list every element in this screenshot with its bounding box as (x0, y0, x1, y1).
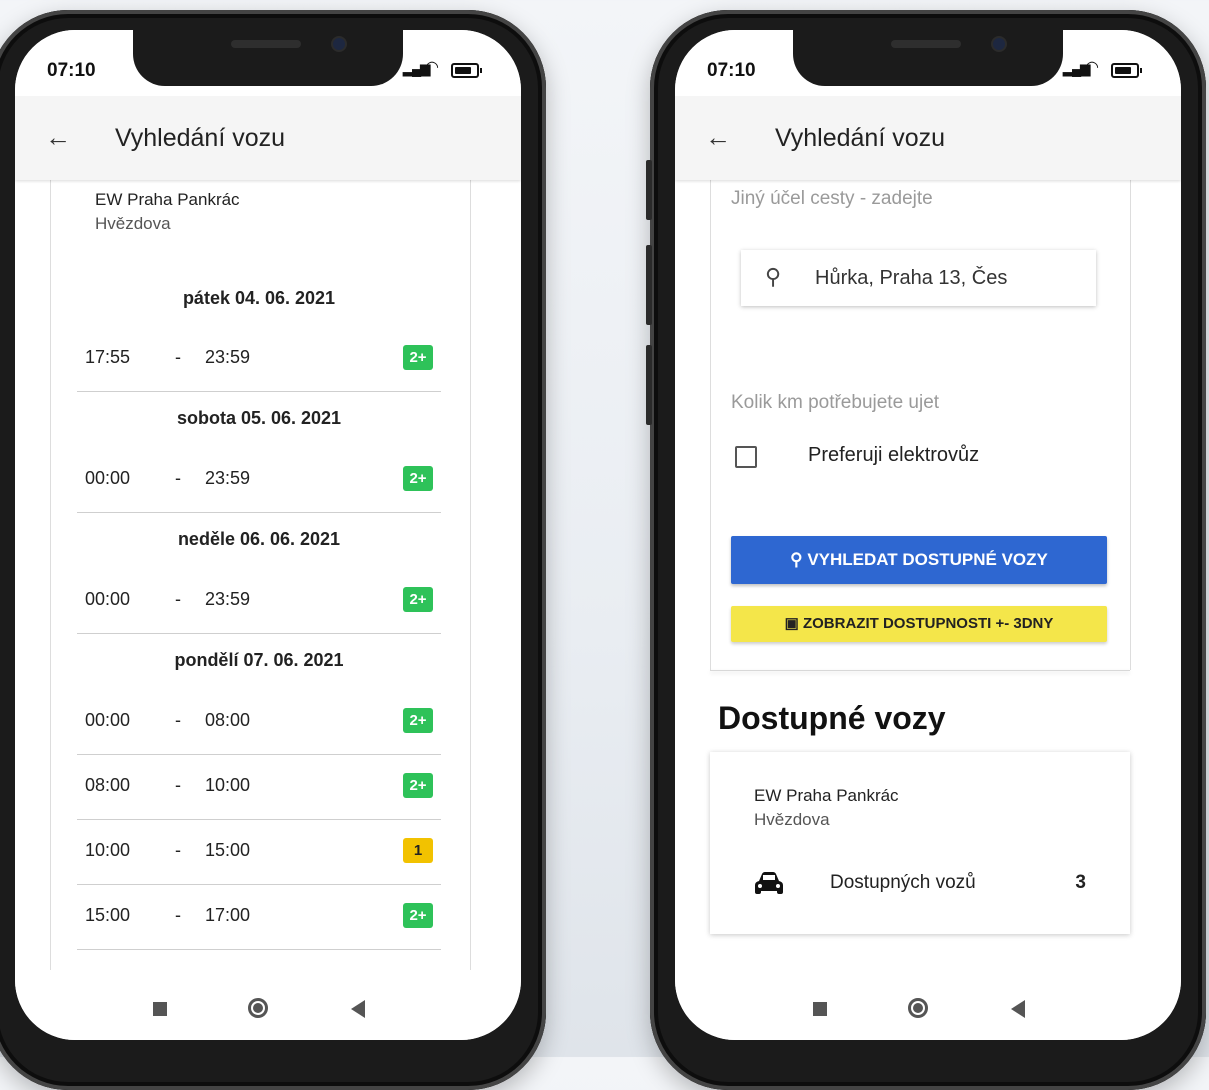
slot-from: 00:00 (85, 589, 131, 609)
notch (793, 30, 1063, 86)
slot-to: 23:59 (205, 347, 251, 367)
address-search-input[interactable]: ⚲ Hůrka, Praha 13, Čes (741, 250, 1096, 306)
battery-icon (1111, 63, 1142, 78)
time-slot[interactable]: 00:00 - 08:00 2+ (77, 690, 441, 755)
availability-badge: 1 (403, 838, 433, 863)
card-divider (710, 670, 1130, 671)
card-edge (1130, 180, 1131, 670)
time-slot[interactable]: 17:55 - 23:59 2+ (77, 327, 441, 392)
slot-separator: - (175, 589, 181, 609)
status-time: 07:10 (47, 60, 96, 81)
show-availability-label: ZOBRAZIT DOSTUPNOSTI +- 3DNY (802, 615, 1054, 632)
prefer-ev-label: Preferuji elektrovůz (808, 444, 980, 466)
slot-separator: - (175, 347, 181, 367)
android-nav-bar (675, 970, 1181, 1040)
back-triangle-icon[interactable] (1011, 1000, 1025, 1018)
card-edge (50, 180, 51, 970)
app-bar: ← Vyhledání vozu (675, 96, 1181, 180)
slot-from: 00:00 (85, 468, 131, 488)
time-slot[interactable]: 08:00 - 10:00 2+ (77, 755, 441, 820)
available-cars-count: 3 (1075, 872, 1086, 893)
side-button (646, 345, 652, 425)
slot-to: 15:00 (205, 840, 251, 860)
availability-badge: 2+ (403, 345, 433, 370)
availability-badge: 2+ (403, 587, 433, 612)
card-edge (710, 180, 711, 670)
right-phone: 07:10 ▂▄▆ ◠ ← Vyhledání vozu Jiný účel c… (646, 10, 1206, 1090)
recent-apps-icon[interactable] (813, 1002, 827, 1016)
battery-icon (451, 63, 482, 78)
car-icon (755, 872, 783, 894)
car-result-card[interactable]: EW Praha Pankrác Hvězdova Dostupných voz… (710, 752, 1130, 934)
page-title: Vyhledání vozu (115, 124, 286, 152)
slot-separator: - (175, 710, 181, 730)
availability-badge: 2+ (403, 708, 433, 733)
show-availability-button[interactable]: ▣ ZOBRAZIT DOSTUPNOSTI +- 3DNY (731, 606, 1107, 642)
search-cars-button[interactable]: ⚲ VYHLEDAT DOSTUPNÉ VOZY (731, 536, 1107, 584)
time-slot[interactable]: 00:00 - 23:59 2+ (77, 448, 441, 513)
availability-badge: 2+ (403, 466, 433, 491)
search-icon: ⚲ (790, 550, 803, 569)
slot-from: 08:00 (85, 775, 131, 795)
side-button (646, 160, 652, 220)
slot-to: 10:00 (205, 775, 251, 795)
availability-badge: 2+ (403, 903, 433, 928)
day-header: pátek 04. 06. 2021 (182, 288, 336, 308)
day-header: sobota 05. 06. 2021 (176, 408, 342, 428)
time-slot[interactable]: 10:00 - 15:00 1 (77, 820, 441, 885)
arrow-left-icon[interactable]: ← (705, 122, 731, 153)
address-value: Hůrka, Praha 13, Čes (815, 267, 1008, 289)
home-icon[interactable] (248, 998, 268, 1018)
km-input[interactable]: Kolik km potřebujete ujet (731, 392, 939, 414)
purpose-input[interactable]: Jiný účel cesty - zadejte (731, 188, 933, 210)
location-name: EW Praha Pankrác (95, 190, 240, 209)
slot-from: 10:00 (85, 840, 131, 860)
available-cars-label: Dostupných vozů (830, 872, 976, 893)
side-button (646, 245, 652, 325)
left-screen: 07:10 ▂▄▆ ◠ ← Vyhledání vozu EW Praha Pa… (15, 30, 521, 1040)
status-time: 07:10 (707, 60, 756, 81)
card-edge (470, 180, 471, 970)
availability-badge: 2+ (403, 773, 433, 798)
page-title: Vyhledání vozu (775, 124, 946, 152)
slot-from: 15:00 (85, 905, 131, 925)
location-name: EW Praha Pankrác (754, 786, 899, 805)
right-screen: 07:10 ▂▄▆ ◠ ← Vyhledání vozu Jiný účel c… (675, 30, 1181, 1040)
android-nav-bar (15, 970, 521, 1040)
results-title: Dostupné vozy (718, 700, 946, 736)
day-header: pondělí 07. 06. 2021 (174, 650, 344, 670)
slot-to: 08:00 (205, 710, 251, 730)
slot-separator: - (175, 840, 181, 860)
slot-from: 17:55 (85, 347, 131, 367)
slot-separator: - (175, 468, 181, 488)
recent-apps-icon[interactable] (153, 1002, 167, 1016)
slot-to: 23:59 (205, 589, 251, 609)
search-icon: ⚲ (765, 264, 782, 289)
prefer-ev-checkbox[interactable] (735, 446, 757, 468)
slot-separator: - (175, 905, 181, 925)
calendar-icon: ▣ (784, 615, 799, 632)
slot-to: 17:00 (205, 905, 251, 925)
time-slot[interactable]: 15:00 - 17:00 2+ (77, 885, 441, 950)
time-slot[interactable]: 00:00 - 23:59 2+ (77, 569, 441, 634)
back-triangle-icon[interactable] (351, 1000, 365, 1018)
home-icon[interactable] (908, 998, 928, 1018)
slot-from: 00:00 (85, 710, 131, 730)
left-phone: 07:10 ▂▄▆ ◠ ← Vyhledání vozu EW Praha Pa… (0, 10, 546, 1090)
slot-separator: - (175, 775, 181, 795)
location-street: Hvězdova (95, 214, 171, 233)
wifi-icon: ◠ (425, 59, 439, 76)
arrow-left-icon[interactable]: ← (45, 122, 71, 153)
wifi-icon: ◠ (1085, 59, 1099, 76)
search-cars-label: VYHLEDAT DOSTUPNÉ VOZY (807, 550, 1048, 569)
location-street: Hvězdova (754, 810, 830, 829)
day-header: neděle 06. 06. 2021 (177, 529, 341, 549)
slot-to: 23:59 (205, 468, 251, 488)
app-bar: ← Vyhledání vozu (15, 96, 521, 180)
notch (133, 30, 403, 86)
